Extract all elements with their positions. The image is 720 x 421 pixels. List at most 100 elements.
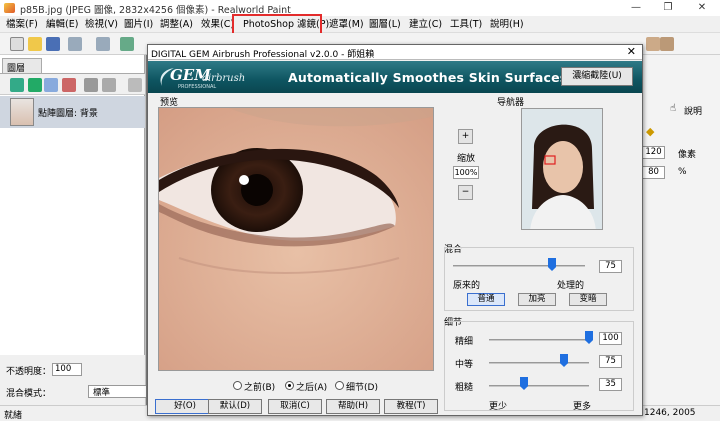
ok-button[interactable]: 好(O) <box>155 399 215 414</box>
view-detail-label[interactable]: 细节(D) <box>346 380 378 393</box>
user-icon[interactable] <box>660 37 674 51</box>
menu-mask[interactable]: 遮罩(M) <box>329 18 364 31</box>
opacity-input[interactable]: 100 <box>52 363 82 376</box>
menu-help[interactable]: 說明(H) <box>490 18 524 31</box>
detail-fine-slider[interactable] <box>489 339 589 341</box>
app-icon <box>4 3 15 13</box>
preview-image[interactable] <box>158 107 434 371</box>
blend-group: 75 原来的 处理的 普通 加亮 变暗 <box>444 247 634 311</box>
mode-lighten-button[interactable]: 加亮 <box>518 293 556 306</box>
mode-darken-button[interactable]: 变暗 <box>569 293 607 306</box>
blend-original-label: 原来的 <box>453 281 481 291</box>
tutorial-button[interactable]: 教程(T) <box>384 399 438 414</box>
navigator-label: 导航器 <box>497 98 525 108</box>
minimize-button[interactable]: — <box>624 0 648 16</box>
layer-thumbnail <box>10 98 34 126</box>
blend-slider-track[interactable] <box>453 265 585 267</box>
detail-coarse-label: 粗糙 <box>455 383 474 393</box>
detail-coarse-slider[interactable] <box>489 385 589 387</box>
blend-mode-label: 混合模式： <box>6 389 52 399</box>
grid-icon[interactable] <box>10 78 24 92</box>
register-button[interactable]: 濃縮截陸(U) <box>561 67 633 86</box>
zoom-in-button[interactable]: + <box>458 129 473 144</box>
layer-name: 點陣圖層: 背景 <box>38 109 98 119</box>
dialog-banner: GEM airbrush PROFESSIONAL Automatically … <box>148 61 642 93</box>
layer-properties: 不透明度： 100 混合模式： 標準 <box>0 355 148 405</box>
cancel-button[interactable]: 取消(C) <box>268 399 322 414</box>
detail-fine-thumb[interactable] <box>585 331 593 344</box>
help-button[interactable]: 帮助(H) <box>326 399 380 414</box>
dialog-title: DIGITAL GEM Airbrush Professional v2.0.0… <box>151 50 375 60</box>
detail-medium-slider[interactable] <box>489 362 589 364</box>
layer-row[interactable]: 點陣圖層: 背景 <box>0 96 145 128</box>
blend-mode-select[interactable]: 標準 <box>88 385 148 398</box>
close-window-button[interactable]: ✕ <box>690 0 714 16</box>
properties-icon[interactable] <box>84 78 98 92</box>
navigator-thumbnail[interactable] <box>521 108 603 230</box>
brush-icon[interactable] <box>120 37 134 51</box>
tab-layers[interactable]: 圖層 <box>2 58 42 74</box>
save-icon[interactable] <box>46 37 60 51</box>
percent-unit: % <box>678 167 687 177</box>
view-after-radio[interactable] <box>285 381 294 390</box>
detail-fine-value[interactable]: 100 <box>599 332 622 345</box>
size-input[interactable]: 120 <box>642 146 665 159</box>
view-before-label[interactable]: 之前(B) <box>244 380 275 393</box>
detail-fine-label: 精细 <box>455 337 474 347</box>
maximize-button[interactable]: ❐ <box>656 0 680 16</box>
detail-medium-thumb[interactable] <box>560 354 568 367</box>
opacity-label: 不透明度： <box>6 367 52 377</box>
menu-view[interactable]: 檢視(V) <box>85 18 118 31</box>
detail-medium-value[interactable]: 75 <box>599 355 622 368</box>
detail-more-label: 更多 <box>573 402 592 412</box>
new-layer-icon[interactable] <box>44 78 58 92</box>
menu-effects[interactable]: 效果(C) <box>201 18 234 31</box>
detail-less-label: 更少 <box>489 402 508 412</box>
select-tool-icon[interactable] <box>646 37 660 51</box>
gem-logo: GEM airbrush PROFESSIONAL <box>156 64 245 90</box>
mode-normal-button[interactable]: 普通 <box>467 293 505 306</box>
menu-image[interactable]: 圖片(I) <box>124 18 153 31</box>
blend-slider-thumb[interactable] <box>548 258 556 271</box>
view-detail-radio[interactable] <box>335 381 344 390</box>
redo-icon[interactable] <box>96 37 110 51</box>
detail-coarse-value[interactable]: 35 <box>599 378 622 391</box>
airbrush-dialog: DIGITAL GEM Airbrush Professional v2.0.0… <box>147 44 643 416</box>
percent-input[interactable]: 80 <box>642 166 665 179</box>
tagline: Automatically Smoothes Skin Surfaces <box>288 70 568 85</box>
copy-icon[interactable] <box>128 78 142 92</box>
eye-closeup-image <box>159 108 433 370</box>
menu-tools[interactable]: 工具(T) <box>450 18 482 31</box>
cursor-coords: 1246, 2005 <box>644 408 696 418</box>
dialog-close-icon[interactable]: ✕ <box>627 45 636 58</box>
help-link[interactable]: 說明 <box>684 104 702 117</box>
menu-create[interactable]: 建立(C) <box>409 18 442 31</box>
menu-adjust[interactable]: 調整(A) <box>160 18 193 31</box>
detail-coarse-thumb[interactable] <box>520 377 528 390</box>
layer-toolbar <box>0 73 145 95</box>
detail-medium-label: 中等 <box>455 360 474 370</box>
help-icon[interactable]: ☝ <box>670 103 676 114</box>
zoom-out-button[interactable]: − <box>458 185 473 200</box>
layers-panel: 圖層 點陣圖層: 背景 <box>0 55 145 404</box>
menu-layer[interactable]: 圖層(L) <box>369 18 401 31</box>
window-titlebar: p85B.jpg (JPEG 圖像, 2832x4256 個像素) - Real… <box>0 0 720 16</box>
zoom-value: 100% <box>453 166 479 179</box>
menu-edit[interactable]: 編輯(E) <box>46 18 78 31</box>
view-before-radio[interactable] <box>233 381 242 390</box>
new-file-icon[interactable] <box>10 37 24 51</box>
view-after-label[interactable]: 之后(A) <box>296 380 327 393</box>
menu-bar: 檔案(F) 編輯(E) 檢視(V) 圖片(I) 調整(A) 效果(C) Phot… <box>0 16 720 33</box>
delete-layer-icon[interactable] <box>62 78 76 92</box>
undo-icon[interactable] <box>68 37 82 51</box>
menu-file[interactable]: 檔案(F) <box>6 18 38 31</box>
layer-menu-icon[interactable] <box>102 78 116 92</box>
tree-icon[interactable] <box>28 78 42 92</box>
diamond-icon: ◆ <box>646 125 655 138</box>
detail-group: 精细 100 中等 75 粗糙 35 更少 更多 <box>444 321 634 412</box>
default-button[interactable]: 默认(D) <box>208 399 262 414</box>
portrait-thumbnail <box>522 109 602 229</box>
blend-value[interactable]: 75 <box>599 260 622 273</box>
size-unit: 像素 <box>678 150 697 160</box>
open-folder-icon[interactable] <box>28 37 42 51</box>
